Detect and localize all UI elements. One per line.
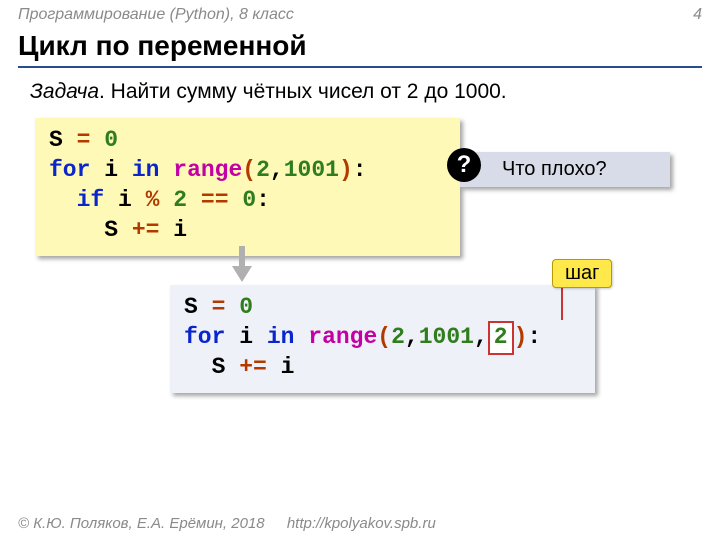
copyright: © К.Ю. Поляков, Е.А. Ерёмин, 2018 xyxy=(18,515,265,532)
step-label: шаг xyxy=(552,259,612,288)
topbar: Программирование (Python), 8 класс 4 xyxy=(18,6,702,24)
fn: range xyxy=(308,324,377,350)
step-highlight: 2 xyxy=(488,321,514,355)
footer-url: http://kpolyakov.spb.ru xyxy=(287,515,436,532)
num: 2 xyxy=(256,157,270,183)
num: 2 xyxy=(173,187,187,213)
op: = xyxy=(212,294,226,320)
note-text: Что плохо? xyxy=(502,158,607,180)
task-text: . Найти сумму чётных чисел от 2 до 1000. xyxy=(99,80,507,103)
kw: in xyxy=(267,324,295,350)
num: 2 xyxy=(494,324,508,350)
op: = xyxy=(77,127,91,153)
fn: range xyxy=(173,157,242,183)
op: += xyxy=(239,354,267,380)
task-label: Задача xyxy=(30,80,99,103)
code-text: S xyxy=(49,217,132,243)
code-text: : xyxy=(256,187,270,213)
code-text: S xyxy=(49,127,77,153)
arrow-down-icon xyxy=(232,246,252,286)
code-text: i xyxy=(225,324,266,350)
code-text: , xyxy=(474,324,488,350)
code-text: S xyxy=(184,354,239,380)
slide: Программирование (Python), 8 класс 4 Цик… xyxy=(0,0,720,540)
code-text xyxy=(229,187,243,213)
code-text: : xyxy=(353,157,367,183)
code-text: i xyxy=(267,354,295,380)
num: 1001 xyxy=(419,324,474,350)
num: 0 xyxy=(104,127,118,153)
num: 0 xyxy=(242,187,256,213)
code-text xyxy=(159,157,173,183)
code-text: i xyxy=(104,187,145,213)
code-text: S xyxy=(184,294,212,320)
title-rule xyxy=(18,66,702,68)
code-text xyxy=(225,294,239,320)
page-title: Цикл по переменной xyxy=(18,30,702,62)
op: += xyxy=(132,217,160,243)
bracket: ( xyxy=(377,324,391,350)
code-text: i xyxy=(90,157,131,183)
kw: for xyxy=(49,157,90,183)
code-text: : xyxy=(527,324,541,350)
question-icon: ? xyxy=(447,148,481,182)
op: % xyxy=(146,187,160,213)
code-text xyxy=(187,187,201,213)
bracket: ( xyxy=(242,157,256,183)
course-label: Программирование (Python), 8 класс xyxy=(18,6,294,24)
kw: for xyxy=(184,324,225,350)
kw: in xyxy=(132,157,160,183)
code-text xyxy=(90,127,104,153)
num: 1001 xyxy=(284,157,339,183)
op: == xyxy=(201,187,229,213)
code-text xyxy=(49,187,77,213)
callout-note: Что плохо? xyxy=(460,152,670,187)
footer: © К.Ю. Поляков, Е.А. Ерёмин, 2018 http:/… xyxy=(18,515,436,532)
kw: if xyxy=(77,187,105,213)
code-block-1: S = 0 for i in range(2,1001): if i % 2 =… xyxy=(35,118,460,256)
code-text xyxy=(294,324,308,350)
num: 0 xyxy=(239,294,253,320)
code-text xyxy=(159,187,173,213)
page-number: 4 xyxy=(693,6,702,24)
code-block-2: S = 0 for i in range(2,1001,2): S += i xyxy=(170,285,595,393)
bracket: ) xyxy=(514,324,528,350)
code-text: i xyxy=(159,217,187,243)
code-text: , xyxy=(270,157,284,183)
bracket: ) xyxy=(339,157,353,183)
step-pointer xyxy=(561,286,563,320)
num: 2 xyxy=(391,324,405,350)
task-line: Задача. Найти сумму чётных чисел от 2 до… xyxy=(30,80,507,104)
code-text: , xyxy=(405,324,419,350)
